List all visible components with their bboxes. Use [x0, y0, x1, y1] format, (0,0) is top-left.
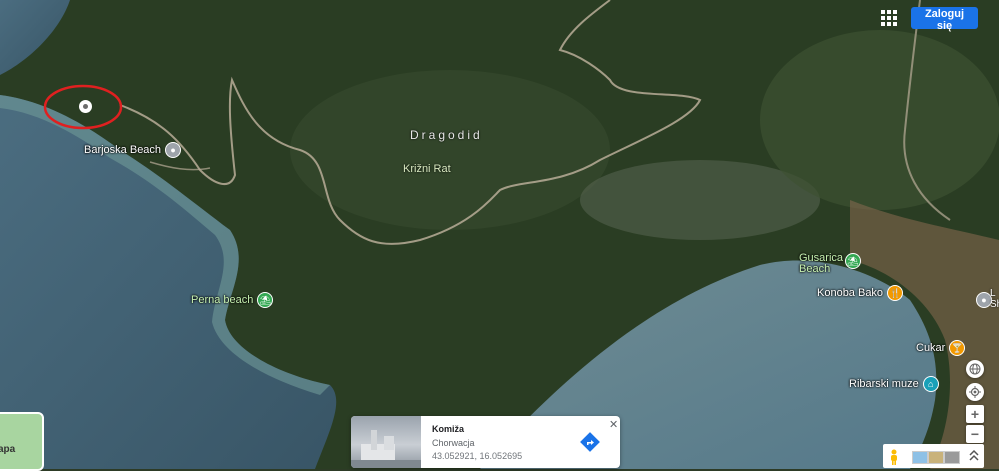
satellite-map[interactable]: Barjoska Beach ● Dragodid Križni Rat Gus…: [0, 0, 999, 469]
directions-icon[interactable]: [580, 432, 600, 452]
pegman-icon[interactable]: [888, 449, 900, 465]
bar-icon: 🍸: [949, 340, 966, 356]
location-pin-icon: ●: [165, 142, 182, 158]
poi-label: Konoba Bako: [817, 287, 884, 299]
poi-gusarica-beach[interactable]: Gusarica Beach ⛱: [799, 253, 861, 275]
imagery-thumbnail[interactable]: [944, 451, 960, 464]
land-patch: [290, 70, 610, 230]
pin-dot: [83, 104, 88, 109]
edge-label: L Sh: [990, 288, 999, 310]
globe-icon[interactable]: [966, 360, 984, 378]
poi-label: Gusarica Beach: [799, 252, 844, 275]
place-coordinates: 43.052921, 16.052695: [432, 451, 523, 461]
poi-cukar[interactable]: Cukar 🍸: [916, 340, 966, 356]
place-info-card[interactable]: Komiža Chorwacja 43.052921, 16.052695 ✕: [351, 416, 620, 468]
layer-switcher[interactable]: apa: [0, 412, 44, 471]
beach-icon: ⛱: [845, 253, 861, 269]
close-icon[interactable]: ✕: [609, 418, 618, 431]
place-photo[interactable]: [351, 416, 421, 468]
area-label-dragodid: Dragodid: [410, 128, 483, 142]
imagery-thumbnail[interactable]: [928, 451, 944, 464]
land-patch: [760, 30, 999, 210]
plus-icon[interactable]: +: [966, 405, 984, 423]
sign-in-button[interactable]: Zaloguj się: [911, 7, 978, 32]
poi-konoba-bako[interactable]: Konoba Bako 🍴: [817, 285, 904, 301]
apps-grid-icon[interactable]: [879, 8, 899, 28]
place-country: Chorwacja: [432, 438, 475, 448]
my-location-icon[interactable]: [966, 383, 984, 401]
poi-label: Barjoska Beach: [84, 144, 162, 156]
edge-label-s: Sh: [990, 299, 999, 310]
expand-icon[interactable]: [968, 449, 980, 462]
minus-icon[interactable]: −: [966, 425, 984, 443]
poi-label: Perna beach: [191, 294, 254, 306]
selected-location-pin[interactable]: [79, 100, 92, 113]
place-title: Komiža: [432, 424, 465, 434]
restaurant-icon: 🍴: [887, 285, 904, 301]
imagery-thumbnail[interactable]: [912, 451, 928, 464]
beach-icon: ⛱: [257, 292, 274, 308]
poi-perna-beach[interactable]: Perna beach ⛱: [191, 292, 274, 308]
layer-switcher-label: apa: [0, 444, 16, 455]
edge-label-l: L: [990, 288, 996, 299]
poi-ribarski-muzej[interactable]: Ribarski muze ⌂: [849, 376, 939, 392]
poi-label: Cukar: [916, 342, 946, 354]
map-imagery: [0, 0, 999, 469]
area-label-krizni-rat: Križni Rat: [403, 163, 451, 175]
museum-icon: ⌂: [922, 376, 939, 392]
poi-barjoska-beach[interactable]: Barjoska Beach ●: [84, 142, 182, 158]
poi-label: Ribarski muze: [849, 378, 919, 390]
